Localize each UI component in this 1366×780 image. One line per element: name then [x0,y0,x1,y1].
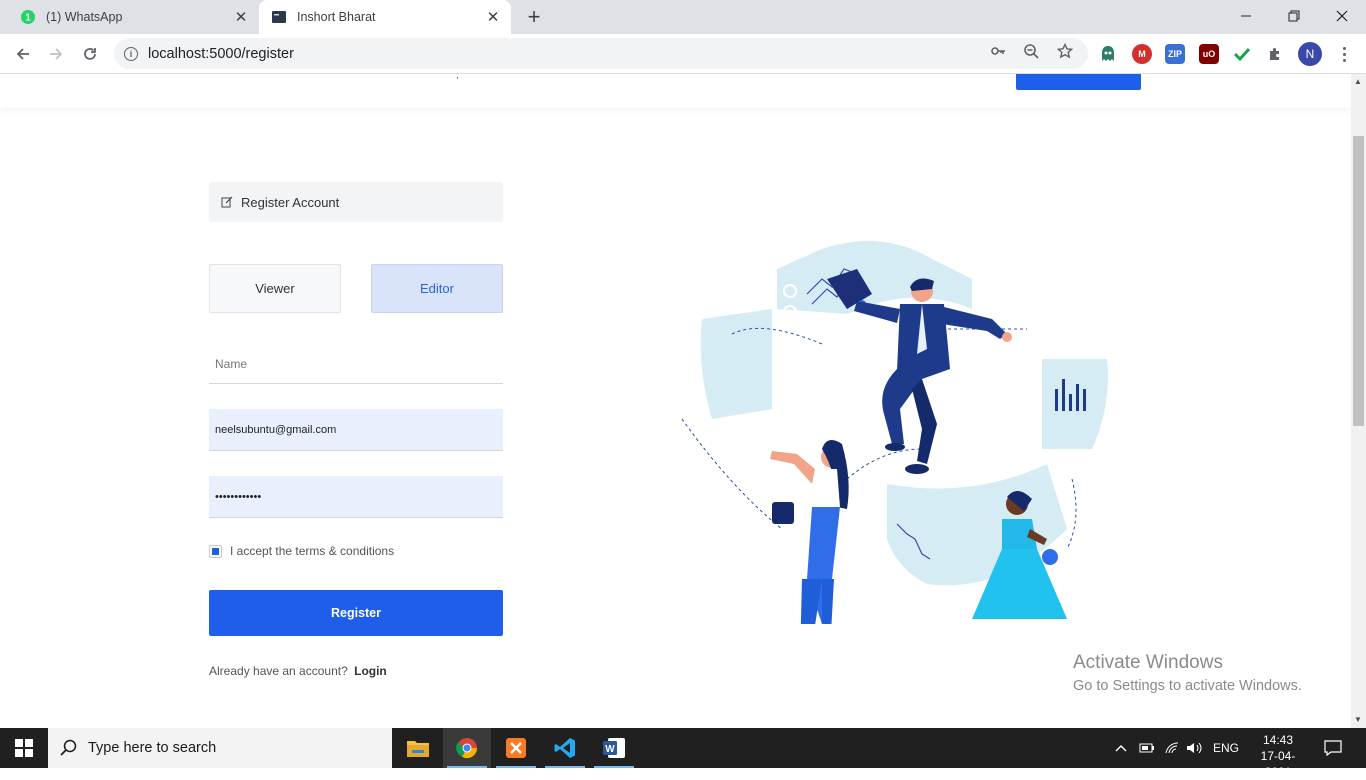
new-tab-button[interactable]: + [523,4,545,29]
profile-avatar[interactable]: N [1298,42,1322,66]
terms-row: I accept the terms & conditions [209,544,394,558]
address-bar[interactable]: i localhost:5000/register [114,38,1088,69]
tray-chevron-icon[interactable] [1114,728,1128,768]
ghostery-icon[interactable] [1098,44,1118,64]
browser-tab-strip: 1 (1) WhatsApp ✕ Inshort Bharat ✕ + [0,0,1366,34]
watermark-title: Activate Windows [1073,652,1223,673]
mega-icon[interactable]: M [1132,44,1152,64]
wifi-icon[interactable] [1164,728,1180,768]
zoom-out-icon[interactable] [1022,42,1040,60]
battery-icon[interactable] [1139,728,1155,768]
tab-whatsapp[interactable]: 1 (1) WhatsApp ✕ [8,0,259,34]
clock-date: 17-04-2021 [1260,749,1296,779]
ublock-icon[interactable]: uO [1199,44,1219,64]
role-editor-button[interactable]: Editor [371,264,503,313]
terms-checkbox[interactable] [209,544,222,558]
key-icon[interactable] [989,42,1007,60]
svg-text:1: 1 [25,13,31,24]
taskbar-clock[interactable]: 14:43 17-04-2021 [1250,732,1306,780]
windows-activation-watermark: Activate Windows Go to Settings to activ… [1073,652,1302,694]
register-button[interactable]: Register [209,590,503,636]
search-placeholder: Type here to search [88,740,217,756]
puzzle-icon[interactable] [1265,44,1285,64]
bookmark-star-icon[interactable] [1056,42,1074,60]
vscode-icon[interactable] [541,728,589,768]
windows-taskbar: Type here to search W ENG 14:43 17-04-20… [0,728,1366,779]
xampp-icon[interactable] [492,728,540,768]
tab-inshort-bharat[interactable]: Inshort Bharat ✕ [259,0,511,34]
email-input[interactable]: neelsubuntu@gmail.com [209,409,503,451]
svg-text:W: W [605,744,615,755]
terms-label: I accept the terms & conditions [230,544,395,558]
back-icon[interactable] [9,40,37,68]
page-viewport: , Register Account Viewer Editor neelsub… [0,74,1351,728]
watermark-subtitle: Go to Settings to activate Windows. [1073,678,1302,694]
taskbar-search[interactable]: Type here to search [48,728,392,768]
team-illustration [681,241,1108,624]
volume-icon[interactable] [1186,728,1204,768]
scroll-down-icon[interactable]: ▼ [1354,715,1362,724]
close-tab-icon[interactable]: ✕ [485,9,501,26]
login-prompt-text: Already have an account? [209,664,348,678]
login-prompt: Already have an account? Login [209,664,387,678]
name-input[interactable] [209,344,503,384]
file-explorer-icon[interactable] [394,728,442,768]
page-scrollbar[interactable]: ▲ ▼ [1351,74,1366,728]
header-action-button[interactable] [1016,74,1141,90]
tab-title: Inshort Bharat [297,10,376,24]
edit-icon [221,196,233,208]
checkmark-icon[interactable] [1232,44,1252,64]
reload-icon[interactable] [76,40,104,68]
word-icon[interactable]: W [590,728,638,768]
search-icon [60,739,77,756]
windows-start-icon[interactable] [0,728,48,768]
scrollbar-thumb[interactable] [1353,136,1364,426]
site-favicon-icon [271,9,287,25]
password-input[interactable]: •••••••••••• [209,476,503,518]
restore-icon[interactable] [1270,0,1318,32]
form-title-text: Register Account [241,194,340,210]
site-header: , [0,74,1351,108]
url-text: localhost:5000/register [148,45,294,62]
close-tab-icon[interactable]: ✕ [233,9,249,26]
site-info-icon[interactable]: i [124,46,138,61]
scroll-up-icon[interactable]: ▲ [1354,77,1362,86]
tab-title: (1) WhatsApp [46,10,123,24]
menu-kebab-icon[interactable] [1334,43,1354,65]
zip-icon[interactable]: ZIP [1165,44,1185,64]
chrome-icon[interactable] [443,728,491,768]
close-window-icon[interactable] [1318,0,1366,32]
whatsapp-badge-icon: 1 [20,9,36,25]
form-heading: Register Account [209,182,503,222]
minimize-icon[interactable] [1222,0,1270,32]
clock-time: 14:43 [1262,733,1294,747]
notifications-icon[interactable] [1324,728,1342,768]
nav-fragment: , [456,74,459,81]
login-link[interactable]: Login [354,664,387,678]
forward-icon[interactable] [42,40,70,68]
language-indicator[interactable]: ENG [1213,728,1239,768]
role-viewer-button[interactable]: Viewer [209,264,341,313]
browser-toolbar: i localhost:5000/register M ZIP uO N [0,34,1366,74]
